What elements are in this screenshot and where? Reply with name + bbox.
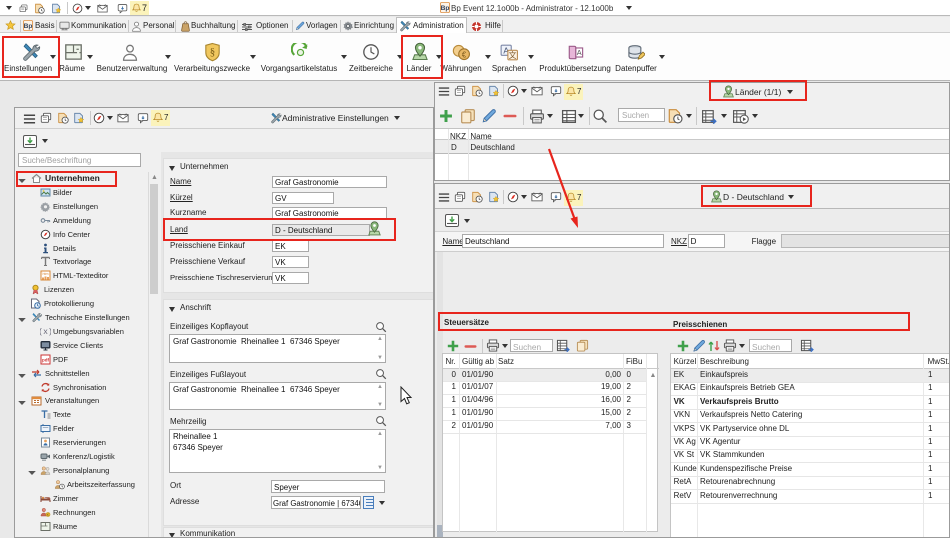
svg-text:pdf: pdf xyxy=(42,357,49,362)
svg-text:htm: htm xyxy=(43,272,49,276)
svg-text:(x): (x) xyxy=(40,328,51,337)
